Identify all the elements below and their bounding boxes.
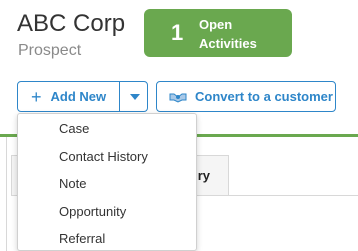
menu-item-opportunity[interactable]: Opportunity: [18, 198, 196, 226]
add-new-split-button: + Add New: [17, 81, 148, 112]
add-new-dropdown-toggle[interactable]: [119, 82, 147, 111]
menu-item-referral[interactable]: Referral: [18, 225, 196, 251]
open-activities-count: 1: [171, 20, 184, 45]
add-new-button[interactable]: + Add New: [18, 82, 119, 111]
convert-handshake-icon: [169, 91, 187, 103]
open-activities-label: Open Activities: [199, 15, 257, 53]
plus-icon: +: [31, 86, 42, 107]
menu-item-case[interactable]: Case: [18, 115, 196, 143]
history-tab-label: ry: [197, 168, 210, 183]
add-new-label: Add New: [50, 89, 107, 104]
company-name: ABC Corp: [17, 10, 126, 37]
menu-item-note[interactable]: Note: [18, 170, 196, 198]
open-activities-label-line2: Activities: [199, 36, 257, 51]
convert-to-customer-button[interactable]: Convert to a customer: [156, 81, 336, 112]
add-new-dropdown-menu: Case Contact History Note Opportunity Re…: [17, 113, 197, 251]
convert-to-customer-label: Convert to a customer: [195, 89, 333, 104]
company-status: Prospect: [18, 42, 82, 59]
open-activities-label-line1: Open: [199, 17, 233, 32]
open-activities-badge[interactable]: 1 Open Activities: [144, 9, 292, 57]
menu-item-contact-history[interactable]: Contact History: [18, 143, 196, 171]
